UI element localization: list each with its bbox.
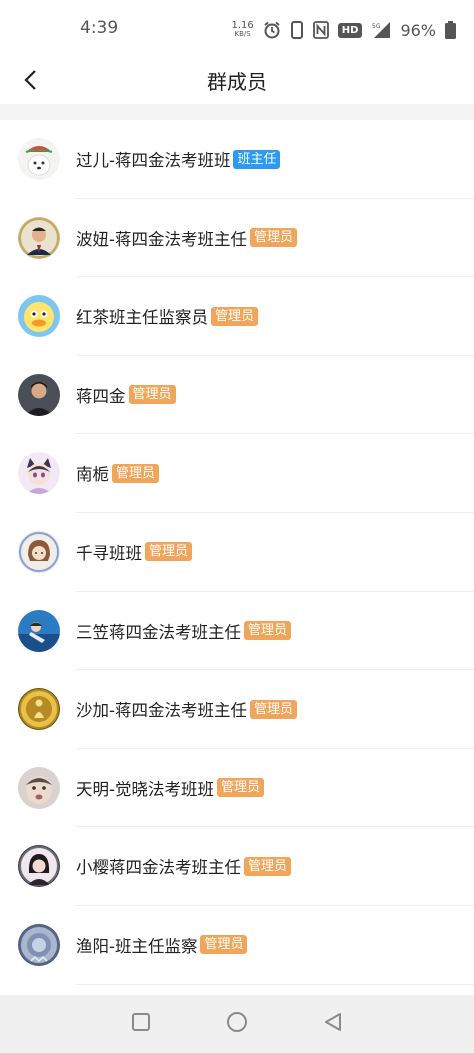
- ocean-character-avatar: [18, 609, 60, 652]
- back-triangle-icon: [323, 1012, 343, 1036]
- recent-apps-button[interactable]: [126, 1009, 156, 1039]
- list-item[interactable]: 红茶班主任监察员 管理员: [0, 277, 474, 356]
- golden-figure-avatar: [18, 688, 60, 731]
- member-name: 小樱蒋四金法考班主任: [76, 858, 241, 878]
- duck-cartoon-avatar: [18, 295, 60, 338]
- battery-icon: [445, 21, 456, 39]
- status-time: 4:39: [80, 18, 119, 38]
- role-badge: 管理员: [145, 542, 193, 562]
- member-name: 渔阳-班主任监察: [76, 936, 198, 956]
- signal-icon: 5G: [371, 21, 391, 39]
- network-speed-value: 1.16: [231, 20, 254, 31]
- member-list: 过儿-蒋四金法考班班 班主任 波妞-蒋四金法考班主任 管理员 红茶班主任监察员 …: [0, 120, 474, 985]
- girl-photo-avatar: [18, 845, 60, 888]
- status-bar: 4:39 1.16 KB/S HD 5G 96%: [0, 0, 474, 60]
- list-item[interactable]: 天明-觉晓法考班班 管理员: [0, 749, 474, 828]
- man-portrait-avatar: [18, 373, 60, 416]
- anime-cat-girl-avatar: [18, 452, 60, 495]
- member-name: 过儿-蒋四金法考班班: [76, 151, 231, 170]
- alarm-icon: [263, 21, 281, 39]
- svg-text:5G: 5G: [372, 23, 381, 30]
- list-item[interactable]: 渔阳-班主任监察 管理员: [0, 906, 474, 985]
- man-suit-avatar: [18, 216, 60, 259]
- list-item[interactable]: 沙加-蒋四金法考班主任 管理员: [0, 670, 474, 749]
- member-name: 千寻班班: [76, 543, 142, 563]
- role-badge: 管理员: [216, 778, 264, 798]
- role-badge: 班主任: [233, 149, 281, 169]
- role-badge: 管理员: [112, 463, 160, 483]
- list-item[interactable]: 蒋四金 管理员: [0, 356, 474, 435]
- member-name: 三笠蒋四金法考班主任: [76, 622, 241, 642]
- list-item[interactable]: 过儿-蒋四金法考班班 班主任: [0, 120, 474, 199]
- system-back-button[interactable]: [318, 1009, 348, 1039]
- network-speed: 1.16 KB/S: [232, 21, 254, 39]
- vibrate-icon: [290, 21, 304, 39]
- list-item[interactable]: 南栀 管理员: [0, 434, 474, 513]
- member-name: 蒋四金: [76, 386, 126, 406]
- status-icons: 1.16 KB/S HD 5G 96%: [232, 16, 456, 44]
- home-circle-icon: [226, 1011, 248, 1037]
- blurry-face-avatar: [18, 766, 60, 809]
- list-item[interactable]: 小樱蒋四金法考班主任 管理员: [0, 827, 474, 906]
- role-badge: 管理员: [249, 228, 297, 248]
- dog-watermelon-avatar: [18, 138, 60, 180]
- role-badge: 管理员: [249, 699, 297, 719]
- battery-percent: 96%: [400, 20, 436, 40]
- anime-girl-avatar: [18, 530, 60, 573]
- nav-bar: 群成员: [0, 60, 474, 104]
- hd-badge: HD: [337, 22, 363, 38]
- role-badge: 管理员: [200, 935, 248, 955]
- list-item[interactable]: 三笠蒋四金法考班主任 管理员: [0, 592, 474, 671]
- member-name: 沙加-蒋四金法考班主任: [76, 701, 247, 721]
- role-badge: 管理员: [244, 621, 292, 641]
- member-name: 南栀: [76, 465, 109, 485]
- role-badge: 管理员: [244, 856, 292, 876]
- nfc-icon: [312, 21, 329, 39]
- blue-badge-avatar: [18, 923, 60, 966]
- page-title: 群成员: [207, 70, 267, 94]
- recent-apps-square-icon: [131, 1012, 151, 1036]
- role-badge: 管理员: [211, 306, 259, 326]
- role-badge: 管理员: [128, 385, 176, 405]
- member-name: 红茶班主任监察员: [76, 308, 208, 328]
- home-button[interactable]: [222, 1009, 252, 1039]
- system-nav-bar: [0, 995, 474, 1053]
- list-item[interactable]: 千寻班班 管理员: [0, 513, 474, 592]
- section-divider: [0, 104, 474, 120]
- network-speed-unit: KB/S: [234, 30, 251, 38]
- list-item[interactable]: 波妞-蒋四金法考班主任 管理员: [0, 199, 474, 278]
- member-name: 波妞-蒋四金法考班主任: [76, 229, 247, 249]
- member-name: 天明-觉晓法考班班: [76, 779, 214, 799]
